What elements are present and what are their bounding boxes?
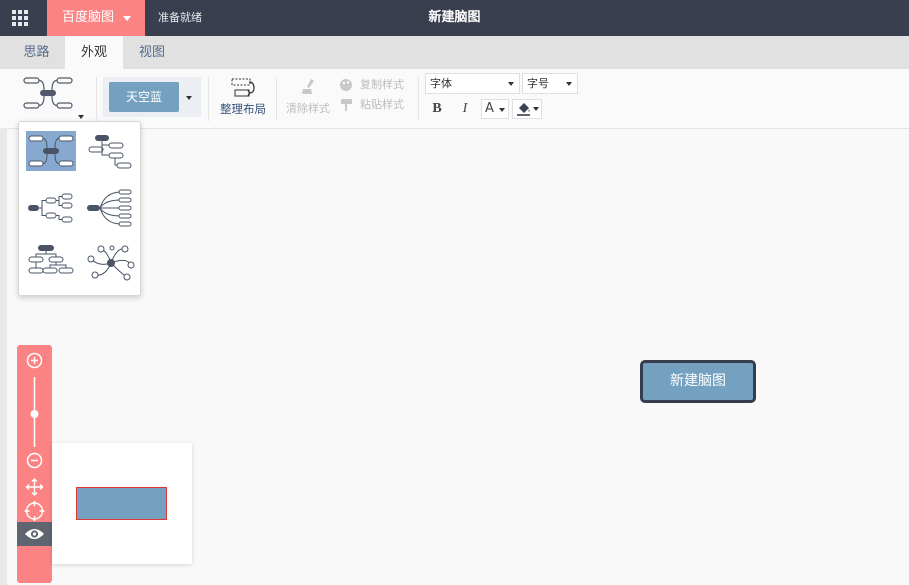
minimap-toggle-button[interactable] xyxy=(17,522,52,546)
theme-selector[interactable]: 天空蓝 xyxy=(103,77,201,117)
caret-down-icon xyxy=(566,82,572,86)
brand-label: 百度脑图 xyxy=(62,10,115,25)
bold-button[interactable]: B xyxy=(428,99,446,119)
fill-bucket-icon xyxy=(517,103,539,116)
toolbar-divider xyxy=(418,77,419,121)
layout-option-right[interactable] xyxy=(85,131,135,171)
brand-menu-button[interactable]: 百度脑图 xyxy=(47,0,145,36)
caret-down-icon xyxy=(78,115,84,119)
font-size-select[interactable]: 字号 xyxy=(522,73,578,94)
caret-down-icon[interactable] xyxy=(186,96,192,100)
save-status: 准备就绪 xyxy=(158,11,202,24)
zoom-out-button[interactable] xyxy=(25,451,44,470)
left-panel-edge xyxy=(0,128,7,585)
tree-layout-icon xyxy=(28,245,74,274)
copy-style-label: 复制样式 xyxy=(360,78,404,91)
tab-idea[interactable]: 思路 xyxy=(8,36,65,69)
font-size-value: 字号 xyxy=(527,77,549,90)
apps-grid-icon[interactable] xyxy=(10,8,30,28)
toolbar-divider xyxy=(208,77,209,121)
layout-button[interactable] xyxy=(22,75,88,123)
eye-icon xyxy=(25,529,44,539)
locate-root-button[interactable] xyxy=(25,502,44,521)
tab-appearance[interactable]: 外观 xyxy=(65,36,123,69)
font-family-value: 字体 xyxy=(430,77,452,90)
move-canvas-button[interactable] xyxy=(25,477,44,496)
arrange-layout-icon xyxy=(231,78,255,97)
minimap-viewport xyxy=(76,487,167,520)
logic-layout-icon xyxy=(28,193,73,223)
org-tree-layout-icon xyxy=(88,135,132,169)
zoom-in-button[interactable] xyxy=(25,348,44,367)
palette-icon xyxy=(340,79,352,91)
italic-button[interactable]: I xyxy=(456,99,474,119)
layout-dropdown xyxy=(18,121,141,296)
toolbar-divider xyxy=(276,77,277,121)
paint-roller-icon xyxy=(341,99,352,111)
toolbar-divider xyxy=(96,77,97,121)
caret-down-icon xyxy=(499,108,505,112)
layout-option-tianpan[interactable] xyxy=(85,243,135,283)
tab-bar: 思路 外观 视图 xyxy=(0,36,909,69)
mind-layout-icon xyxy=(23,77,73,109)
title-bar: 百度脑图 准备就绪 新建脑图 xyxy=(0,0,909,36)
background-color-button[interactable] xyxy=(512,99,542,119)
caret-down-icon xyxy=(123,16,131,21)
font-color-label: A xyxy=(485,101,494,116)
mind-layout-icon xyxy=(28,135,74,167)
tab-view[interactable]: 视图 xyxy=(123,36,181,69)
zoom-slider-handle[interactable] xyxy=(30,409,39,419)
root-node[interactable]: 新建脑图 xyxy=(640,360,756,403)
radial-layout-icon xyxy=(87,245,135,281)
font-family-select[interactable]: 字体 xyxy=(425,73,520,94)
clear-style-label: 清除样式 xyxy=(286,102,330,115)
arrange-layout-label: 整理布局 xyxy=(220,102,266,116)
paste-style-label: 粘贴样式 xyxy=(360,98,404,111)
zoom-panel xyxy=(17,345,52,583)
layout-option-org[interactable] xyxy=(26,243,76,283)
brush-icon xyxy=(302,79,314,94)
layout-option-fish-bone[interactable] xyxy=(85,188,135,228)
arrange-layout-button[interactable]: 整理布局 xyxy=(216,77,270,121)
minimap[interactable] xyxy=(52,443,192,564)
font-color-button[interactable]: A xyxy=(481,99,509,119)
toolbar: 天空蓝 整理布局 清除样式 复制样式 粘贴样式 字体 字号 B I A xyxy=(0,69,909,129)
clear-style-button[interactable]: 清除样式 xyxy=(282,77,334,121)
layout-option-mind[interactable] xyxy=(26,131,76,171)
fishbone-layout-icon xyxy=(87,189,132,227)
theme-button[interactable]: 天空蓝 xyxy=(109,82,179,112)
layout-option-filetree[interactable] xyxy=(26,188,76,228)
caret-down-icon xyxy=(508,82,514,86)
